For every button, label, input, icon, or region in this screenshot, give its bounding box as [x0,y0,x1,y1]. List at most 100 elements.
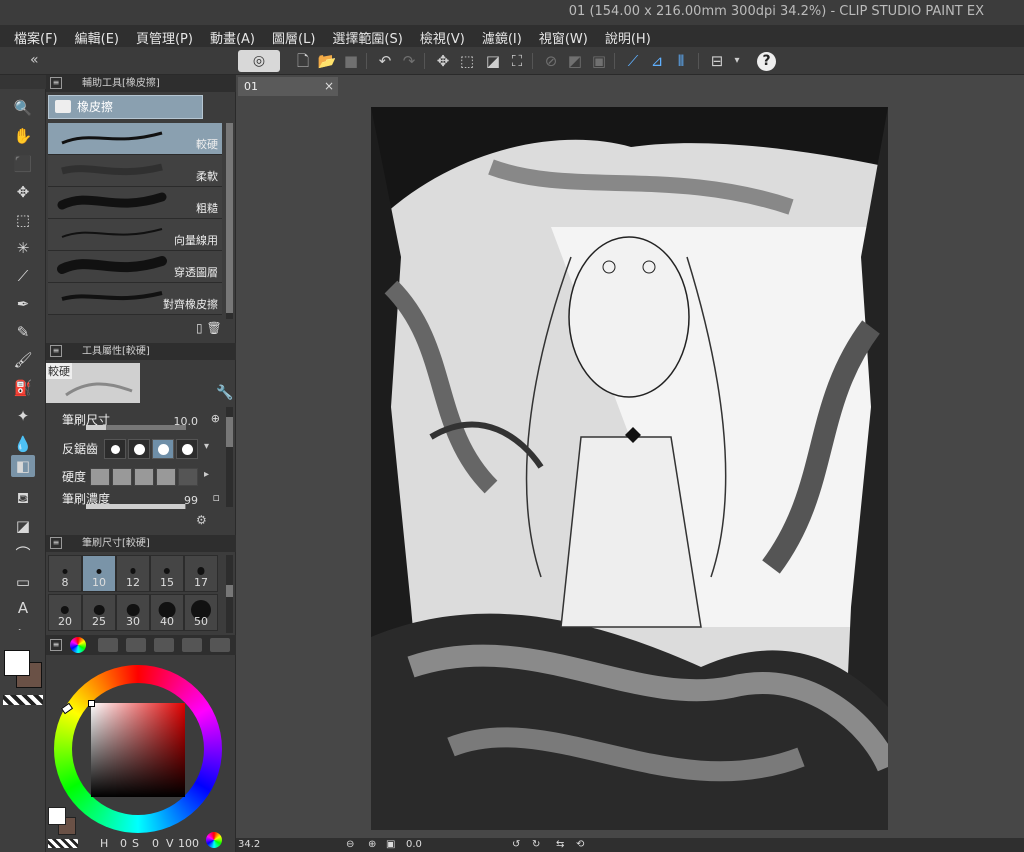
show-selection-icon[interactable]: ▣ [588,51,610,71]
collapse-panels-icon[interactable]: « [30,52,39,68]
panel-menu-icon[interactable]: ≡ [50,345,62,357]
transform-icon[interactable]: ⛶ [506,51,528,71]
main-color-swatch[interactable] [4,650,30,676]
operation-tool-icon[interactable]: ⬛ [11,153,35,175]
antialias-strong-button[interactable] [176,439,198,459]
brush-size-preset[interactable]: 10 [82,555,116,592]
invert-selection-icon[interactable]: ◩ [564,51,586,71]
color-wheel-tab[interactable] [70,637,86,653]
undo-icon[interactable]: ↶ [374,51,396,71]
tool-palette-tab[interactable] [0,75,46,89]
subtool-item-soft[interactable]: 柔軟 [48,155,222,187]
hardness-step[interactable] [134,468,154,486]
brush-size-scrollbar[interactable] [226,555,233,633]
menu-filter[interactable]: 濾鏡(I) [474,25,531,47]
subtool-item-hard[interactable]: 較硬 [48,123,222,155]
new-subtool-icon[interactable]: ▯ [196,321,203,335]
deselect-icon[interactable]: ⊘ [540,51,562,71]
open-folder-icon[interactable]: 📂 [316,51,338,71]
gradient-tool-icon[interactable]: ◪ [11,515,35,537]
print-area-icon[interactable]: ⊟ [706,51,728,71]
chevron-down-icon[interactable]: ▾ [204,441,209,452]
rotate-right-icon[interactable]: ↻ [532,839,540,850]
zoom-tool-icon[interactable]: 🔍 [11,97,35,119]
intermediate-color-tab[interactable] [154,638,174,652]
brush-size-value[interactable]: 10.0 [174,415,199,428]
menu-selection[interactable]: 選擇範圍(S) [324,25,411,47]
pressure-icon[interactable]: ▫ [213,491,220,504]
brush-density-value[interactable]: 99 [184,494,198,507]
zoom-out-icon[interactable]: ⊖ [346,839,354,850]
color-history-tab[interactable] [210,638,230,652]
menu-layer[interactable]: 圖層(L) [264,25,324,47]
angle-value[interactable]: 0.0 [406,839,422,850]
document-tab[interactable]: 01 × [238,77,338,96]
brush-size-preset[interactable]: 50 [184,594,218,631]
magic-wand-tool-icon[interactable]: ✳ [11,237,35,259]
scroll-thumb[interactable] [226,417,233,447]
zoom-in-icon[interactable]: ⊕ [368,839,376,850]
hardness-step[interactable] [178,468,198,486]
chevron-right-icon[interactable]: ▸ [204,469,209,480]
color-set-tab[interactable] [126,638,146,652]
decoration-tool-icon[interactable]: ✦ [11,405,35,427]
subtool-group-eraser[interactable]: 橡皮擦 [48,95,203,119]
chevron-down-icon[interactable]: ▾ [726,51,748,71]
snap-to-grid-icon[interactable]: ⫴ [670,51,692,71]
panel-menu-icon[interactable]: ≡ [50,537,62,549]
brush-size-preset[interactable]: 40 [150,594,184,631]
subtool-item-through-layers[interactable]: 穿透圖層 [48,251,222,283]
flip-icon[interactable]: ⇆ [556,839,564,850]
saturation-value-square[interactable] [91,703,185,797]
transparent-color-swatch[interactable] [3,695,43,705]
brush-size-preset[interactable]: 25 [82,594,116,631]
menu-view[interactable]: 檢視(V) [412,25,474,47]
hardness-step[interactable] [90,468,110,486]
menu-window[interactable]: 視窗(W) [531,25,597,47]
brush-size-preset[interactable]: 17 [184,555,218,592]
hardness-step[interactable] [112,468,132,486]
brush-tool-icon[interactable]: 🖌 [11,349,35,371]
hardness-step[interactable] [156,468,176,486]
approximate-color-tab[interactable] [182,638,202,652]
menu-page[interactable]: 頁管理(P) [128,25,202,47]
menu-animation[interactable]: 動畫(A) [202,25,264,47]
brush-size-preset[interactable]: 8 [48,555,82,592]
new-file-icon[interactable]: 🗋 [292,51,314,71]
scroll-thumb[interactable] [226,123,233,313]
subtool-item-snap-eraser[interactable]: 對齊橡皮擦 [48,283,222,315]
canvas-artwork[interactable] [371,107,888,830]
panel-menu-icon[interactable]: ≡ [50,639,62,651]
subtool-item-rough[interactable]: 粗糙 [48,187,222,219]
zoom-value[interactable]: 34.2 [238,839,260,850]
reset-view-icon[interactable]: ⟲ [576,839,584,850]
color-mode-icon[interactable] [206,832,222,848]
clip-studio-logo-button[interactable]: ◎ [238,50,280,72]
main-color-mini-swatch[interactable] [48,807,66,825]
eraser-tool-icon[interactable]: ◧ [11,455,35,477]
hand-tool-icon[interactable]: ✋ [11,125,35,147]
settings-icon[interactable]: ⚙ [196,513,207,527]
pressure-icon[interactable]: ⊕ [211,412,220,425]
snap-to-ruler-icon[interactable]: ⟋ [622,51,644,71]
text-tool-icon[interactable]: A [11,597,35,619]
help-icon[interactable]: ? [757,52,776,71]
rotate-left-icon[interactable]: ↺ [512,839,520,850]
brush-size-preset[interactable]: 30 [116,594,150,631]
color-slider-tab[interactable] [98,638,118,652]
clear-outside-icon[interactable]: ⬚ [456,51,478,71]
delete-subtool-icon[interactable]: 🗑 [206,321,221,335]
snap-to-special-ruler-icon[interactable]: ⊿ [646,51,668,71]
h-value[interactable]: 0 [120,837,127,850]
antialias-medium-button[interactable] [152,439,174,459]
tool-property-scrollbar[interactable] [226,407,233,507]
brush-size-preset[interactable]: 15 [150,555,184,592]
antialias-weak-button[interactable] [128,439,150,459]
scroll-thumb[interactable] [226,585,233,597]
fill-icon[interactable]: ◪ [482,51,504,71]
brush-size-preset[interactable]: 20 [48,594,82,631]
clear-icon[interactable]: ✥ [432,51,454,71]
save-icon[interactable]: ■ [340,51,362,71]
pencil-tool-icon[interactable]: ✎ [11,321,35,343]
subtool-item-vector[interactable]: 向量線用 [48,219,222,251]
